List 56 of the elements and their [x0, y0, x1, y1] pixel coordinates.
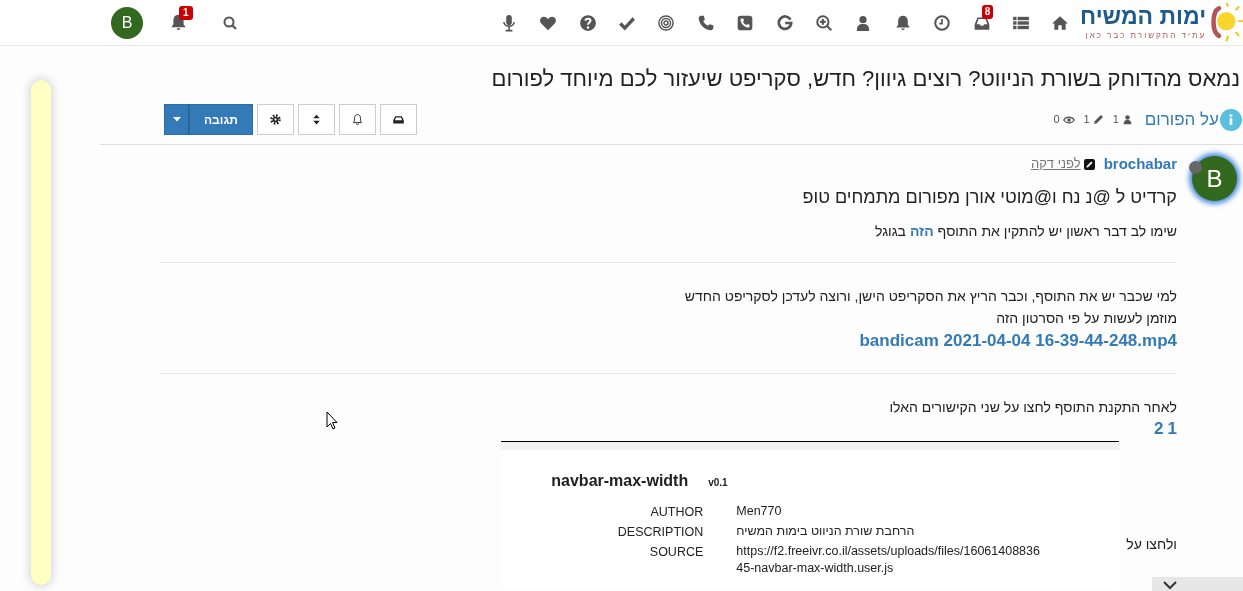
phone-icon[interactable] — [696, 13, 715, 32]
reply-dropdown-button[interactable] — [164, 104, 189, 135]
script-version: v0.1 — [708, 476, 728, 490]
g-icon[interactable] — [775, 13, 794, 32]
inbox-icon — [391, 113, 405, 126]
chevron-down-icon — [1162, 580, 1178, 590]
bell-icon — [350, 113, 364, 126]
zoom-in-icon[interactable] — [814, 13, 833, 32]
field-label: DESCRIPTION — [616, 524, 704, 541]
phone-square-icon[interactable] — [736, 13, 755, 32]
cursor-icon — [326, 411, 338, 430]
field-value: https://f2.freeivr.co.il/assets/uploads/files/1606140883645-navbar-max-width.user.js — [736, 543, 1041, 577]
topic-title: נמאס מהדוחק בשורת הניווט? רוצים גיוון? חדש, סקריפט שיעזור לכם מיוחד לפורום — [490, 65, 1241, 93]
field-label: SOURCE — [648, 544, 704, 561]
bell-icon[interactable] — [893, 13, 912, 32]
post-heading: קרדיט ל @נ נח ו@מוטי אורן מפורום מתמחים טופ — [801, 186, 1177, 209]
field-label: AUTHOR — [649, 504, 704, 521]
text-link[interactable]: 2 — [1154, 418, 1164, 440]
category-link[interactable]: על הפורום — [1144, 106, 1242, 133]
field-value: Men770 — [736, 503, 783, 520]
logo-title[interactable]: ימות המשיח — [1080, 5, 1207, 28]
target-icon[interactable] — [657, 13, 676, 32]
post-text: שימו לב דבר ראשון יש להתקין את התוסף הזה בגוגל — [874, 222, 1177, 241]
text-link[interactable]: הזה — [909, 223, 934, 239]
file-link[interactable]: bandicam 2021-04-04 16-39-44-248.mp4 — [859, 329, 1177, 353]
edit-icon — [1083, 158, 1095, 170]
question-icon[interactable] — [578, 13, 597, 32]
info-icon — [1220, 108, 1242, 131]
notification-badge: 8 — [981, 4, 994, 19]
scroll-button[interactable] — [1152, 577, 1243, 591]
text-link[interactable]: 1 — [1167, 418, 1177, 440]
author-avatar[interactable]: B — [1192, 156, 1237, 201]
stat-count: 1 — [1112, 112, 1119, 128]
clock-icon[interactable] — [933, 13, 952, 32]
user-avatar[interactable]: B — [111, 6, 143, 39]
post-time[interactable]: לפני דקה — [1030, 154, 1081, 174]
pencil-icon — [1092, 114, 1104, 125]
reply-button[interactable]: תגובה — [189, 104, 253, 135]
notification-badge: 1 — [179, 6, 193, 20]
script-name: navbar-max-width — [551, 471, 689, 491]
stat-count: 1 — [1083, 112, 1090, 128]
field-value: הרחבת שורת הניווט בימות המשיח — [736, 523, 916, 540]
post-text: מוזמן לעשות על פי הסרטון הזה — [995, 309, 1177, 328]
post-text: ולחצו על — [1126, 535, 1177, 554]
search-icon[interactable] — [222, 14, 238, 31]
post-text: לאחר התקנת התוסף לחצו על שני הקישורים האלו — [888, 398, 1177, 417]
inbox-button[interactable] — [379, 104, 417, 135]
author-name[interactable]: brochabar — [1103, 152, 1177, 176]
watch-button[interactable] — [338, 104, 376, 135]
post-text: למי שכבר יש את התוסף, וכבר הריץ את הסקריפט הישן, ורוצה לעדכן לסקריפט החדש — [683, 287, 1177, 306]
gear-icon — [268, 113, 282, 126]
poster-count-icon — [1121, 114, 1133, 125]
tools-button[interactable] — [256, 104, 294, 135]
caret-icon — [172, 117, 181, 122]
logo-tagline: עתיד התקשורת כבר כאן — [1085, 32, 1207, 40]
stat-count: 0 — [1053, 112, 1060, 128]
